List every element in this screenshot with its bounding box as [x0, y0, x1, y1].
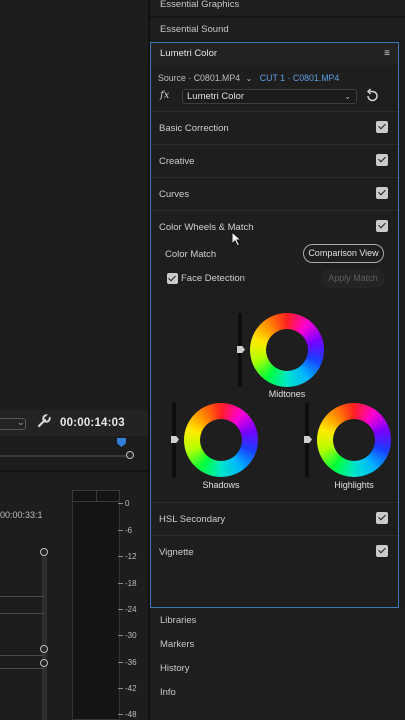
face-detection-label: Face Detection [181, 273, 245, 284]
panel-stack-bottom [150, 706, 405, 720]
mouse-cursor-icon [231, 231, 243, 247]
section-enable-checkbox[interactable] [376, 121, 388, 133]
face-detection-checkbox[interactable] [167, 273, 178, 284]
section-enable-checkbox[interactable] [376, 220, 388, 232]
chevron-down-icon[interactable]: ⌄ [17, 417, 25, 428]
chevron-down-icon: ⌄ [344, 92, 351, 101]
panel-tab-essential-graphics[interactable]: Essential Graphics [150, 0, 405, 14]
section-color-wheels-match[interactable]: Color Wheels & Match [151, 210, 398, 242]
section-hsl-secondary[interactable]: HSL Secondary [151, 502, 398, 534]
highlights-label: Highlights [334, 480, 374, 490]
midtones-color-wheel[interactable] [250, 313, 324, 387]
panel-divider-horizontal [0, 470, 148, 472]
lumetri-color-panel: Lumetri Color ≡ Source · C0801.MP4 ⌄ CUT… [150, 42, 399, 608]
audio-meter-divider [96, 490, 97, 502]
section-vignette[interactable]: Vignette [151, 535, 398, 567]
section-basic-correction[interactable]: Basic Correction [151, 111, 398, 143]
ruler-timecode: 00:00:33:1 [0, 510, 43, 520]
meter-scale-label: 0 [118, 499, 148, 508]
scroll-handle-bottom[interactable] [40, 659, 48, 667]
clip-source-bar: Source · C0801.MP4 ⌄ CUT 1 · C0801.MP4 [158, 73, 339, 83]
meter-scale-label: -48 [118, 710, 148, 719]
timeline-ruler[interactable] [0, 455, 128, 457]
panel-tab-libraries[interactable]: Libraries [150, 610, 405, 632]
section-label: Vignette [159, 547, 194, 558]
color-match-label: Color Match [165, 249, 217, 260]
panel-menu-icon[interactable]: ≡ [384, 48, 390, 59]
audio-meter [72, 490, 120, 720]
meter-scale-label: -30 [118, 631, 148, 640]
lumetri-header: Lumetri Color ≡ [151, 43, 398, 65]
scroll-handle-top[interactable] [40, 548, 48, 556]
section-enable-checkbox[interactable] [376, 187, 388, 199]
track-divider [0, 613, 44, 614]
section-enable-checkbox[interactable] [376, 545, 388, 557]
effect-select[interactable]: Lumetri Color ⌄ [182, 89, 357, 104]
panel-tab-info[interactable]: Info [150, 682, 405, 704]
panel-tab-essential-sound[interactable]: Essential Sound [150, 16, 405, 40]
panel-tab-history[interactable]: History [150, 658, 405, 680]
highlights-color-wheel[interactable] [317, 403, 391, 477]
meter-scale-label: -36 [118, 658, 148, 667]
panel-title[interactable]: Lumetri Color [160, 48, 217, 59]
section-enable-checkbox[interactable] [376, 154, 388, 166]
section-curves[interactable]: Curves [151, 177, 398, 209]
meter-scale-label: -6 [118, 526, 148, 535]
track-divider [0, 655, 44, 656]
shadows-color-wheel[interactable] [184, 403, 258, 477]
scroll-handle-mid[interactable] [40, 645, 48, 653]
effect-select-value: Lumetri Color [187, 91, 245, 102]
section-label: Curves [159, 189, 190, 200]
highlights-slider-thumb[interactable] [304, 436, 312, 443]
meter-scale-label: -12 [118, 552, 148, 561]
panel-tab-markers[interactable]: Markers [150, 634, 405, 656]
wrench-icon[interactable] [36, 413, 52, 429]
section-label: Creative [159, 156, 195, 167]
track-divider [0, 668, 44, 669]
midtones-slider-thumb[interactable] [237, 346, 245, 353]
fx-icon: fx [160, 90, 170, 101]
section-creative[interactable]: Creative [151, 144, 398, 176]
section-label: HSL Secondary [159, 514, 226, 525]
meter-scale-label: -18 [118, 579, 148, 588]
shadows-label: Shadows [202, 480, 240, 490]
source-clip-label[interactable]: Source · C0801.MP4 [158, 73, 240, 83]
apply-match-button[interactable]: Apply Match [321, 269, 385, 288]
section-enable-checkbox[interactable] [376, 512, 388, 524]
chevron-down-icon[interactable]: ⌄ [246, 74, 253, 83]
reset-icon[interactable] [363, 87, 381, 105]
playhead-timecode[interactable]: 00:00:14:03 [60, 417, 125, 429]
section-label: Basic Correction [159, 123, 229, 134]
track-divider [0, 596, 44, 597]
shadows-slider-thumb[interactable] [171, 436, 179, 443]
track-scrollbar[interactable] [42, 552, 47, 720]
sequence-clip-label[interactable]: CUT 1 · C0801.MP4 [260, 73, 340, 83]
zoom-scroll-handle[interactable] [126, 451, 134, 459]
meter-scale-label: -42 [118, 684, 148, 693]
comparison-view-button[interactable]: Comparison View [303, 244, 384, 263]
midtones-label: Midtones [268, 389, 306, 399]
meter-scale-label: -24 [118, 605, 148, 614]
